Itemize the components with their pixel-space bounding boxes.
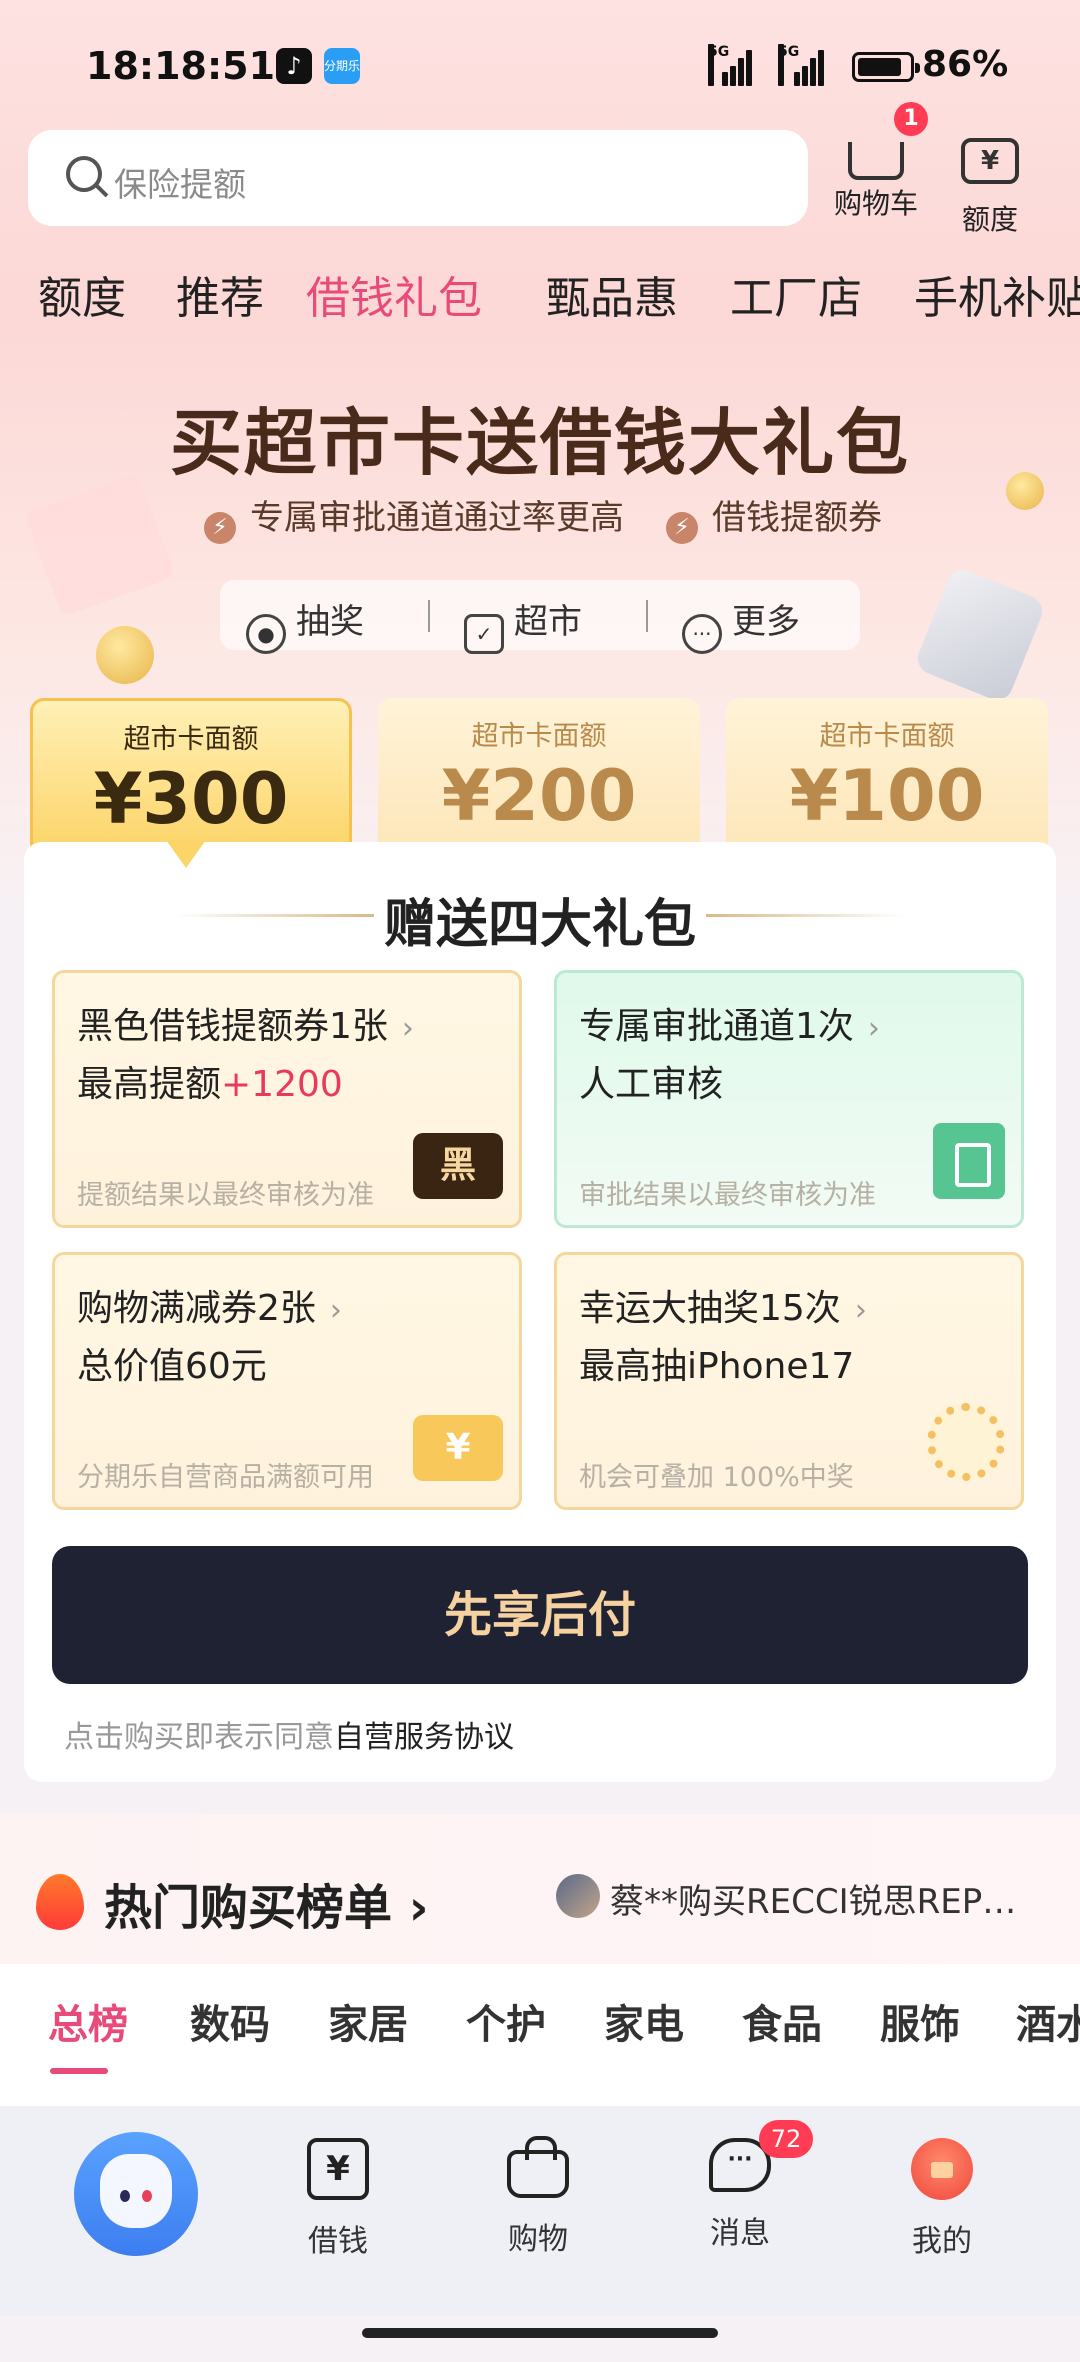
flame-icon — [36, 1874, 84, 1930]
search-icon — [66, 156, 102, 192]
black-ticket-icon: 黑 — [413, 1133, 503, 1199]
bolt-icon: ⚡ — [666, 512, 698, 544]
amount-card-value: ¥300 — [93, 758, 289, 840]
nav-me-label: 我的 — [912, 2224, 972, 2259]
credit-label: 额度 — [961, 203, 1018, 236]
amount-card-value: ¥100 — [789, 755, 985, 837]
search-placeholder: 保险提额 — [114, 165, 246, 204]
more-icon: ··· — [682, 614, 722, 654]
message-icon: ··· 72 — [709, 2120, 813, 2192]
tab-loan-gift[interactable]: 借钱礼包 — [306, 262, 482, 326]
buy-now-pay-later-button[interactable]: 先享后付 — [52, 1546, 1028, 1684]
nav-messages-label: 消息 — [710, 2216, 770, 2251]
tab-recommend[interactable]: 推荐 — [176, 262, 264, 326]
nav-loan-label: 借钱 — [308, 2224, 368, 2259]
chevron-right-icon: › — [401, 1011, 414, 1046]
gift-card-approval-channel[interactable]: 专属审批通道1次 › 人工审核 审批结果以最终审核为准 — [554, 970, 1024, 1228]
fenqile-icon: 分期乐 — [324, 48, 360, 84]
status-time: 18:18:51 — [86, 44, 276, 88]
amount-card-label: 超市卡面额 — [123, 724, 259, 755]
lottery-icon: ● — [246, 614, 286, 654]
rank-tab-digital[interactable]: 数码 — [190, 1992, 270, 2050]
purchase-ticker: 蔡**购买RECCI锐思REP… — [610, 1882, 1017, 1922]
tab-phone-subsidy[interactable]: 手机补贴 — [914, 262, 1080, 326]
chevron-right-icon: › — [329, 1293, 342, 1328]
coupon-icon: ¥ — [413, 1415, 503, 1481]
quick-link-supermarket[interactable]: ✓ 超市 — [464, 594, 582, 654]
nav-messages[interactable]: ··· 72 消息 — [680, 2120, 813, 2252]
hot-list-title: 热门购买榜单 › — [104, 1880, 429, 1936]
rank-tab-appliances[interactable]: 家电 — [604, 1992, 684, 2050]
category-tabs: 额度 推荐 借钱礼包 甄品惠 工厂店 手机补贴 — [0, 262, 1080, 326]
rank-tab-liquor[interactable]: 酒水 — [1016, 1992, 1080, 2050]
rank-tab-apparel[interactable]: 服饰 — [880, 1992, 960, 2050]
rank-tabs: 总榜 数码 家居 个护 家电 食品 服饰 酒水 — [0, 1964, 1080, 2106]
service-agreement-link[interactable]: 自营服务协议 — [334, 1720, 514, 1755]
bolt-icon: ⚡ — [204, 512, 236, 544]
nav-me[interactable]: 我的 — [882, 2138, 1002, 2260]
tiktok-icon: ♪ — [276, 48, 312, 84]
credit-button[interactable]: ¥ 额度 — [940, 128, 1040, 238]
hot-list-section[interactable]: 热门购买榜单 › 蔡**购买RECCI锐思REP… — [0, 1814, 1080, 1964]
chevron-right-icon: › — [867, 1011, 880, 1046]
gift-panel-title: 赠送四大礼包 — [383, 895, 696, 955]
mascot-home-icon[interactable] — [74, 2132, 198, 2256]
nav-loan[interactable]: ¥ 借钱 — [278, 2138, 398, 2260]
tab-select-deals[interactable]: 甄品惠 — [546, 262, 678, 326]
tab-credit[interactable]: 额度 — [38, 262, 126, 326]
status-bar: 18:18:51 ♪ 分期乐 5G 5G 86% — [0, 40, 1080, 96]
shopping-bag-icon — [507, 2136, 569, 2198]
divider — [646, 600, 648, 632]
amount-card-value: ¥200 — [441, 755, 637, 837]
banner-title: 买超市卡送借钱大礼包 — [169, 401, 910, 485]
rank-tab-home[interactable]: 家居 — [328, 1992, 408, 2050]
active-tab-indicator — [50, 2068, 108, 2074]
banner-benefit-1: ⚡ 专属审批通道通过率更高 — [204, 490, 624, 544]
amount-card-label: 超市卡面额 — [819, 721, 955, 752]
cart-icon: 1 — [848, 102, 928, 180]
chevron-right-icon: › — [854, 1293, 867, 1328]
gift-card-shopping-coupon[interactable]: 购物满减券2张 › 总价值60元 分期乐自营商品满额可用 ¥ — [52, 1252, 522, 1510]
stamp-icon — [933, 1123, 1005, 1199]
amount-card-label: 超市卡面额 — [471, 721, 607, 752]
rank-tab-food[interactable]: 食品 — [742, 1992, 822, 2050]
coin-decoration — [96, 626, 154, 684]
red-envelope-icon — [911, 2138, 973, 2200]
banner-benefit-2: ⚡ 借钱提额券 — [666, 490, 882, 544]
amount-card-300[interactable]: 超市卡面额 ¥300 — [30, 698, 352, 858]
agreement-text: 点击购买即表示同意自营服务协议 — [64, 1720, 514, 1755]
quick-links-bar: ● 抽奖 ✓ 超市 ··· 更多 — [220, 580, 860, 654]
message-badge: 72 — [759, 2120, 813, 2158]
divider — [428, 600, 430, 632]
quick-link-more[interactable]: ··· 更多 — [682, 594, 800, 654]
quick-link-lottery[interactable]: ● 抽奖 — [246, 594, 364, 654]
lucky-wheel-icon — [927, 1403, 1005, 1481]
gift-card-credit-coupon[interactable]: 黑色借钱提额券1张 › 最高提额+1200 提额结果以最终审核为准 黑 — [52, 970, 522, 1228]
wallet-icon: ¥ — [961, 138, 1019, 184]
gift-card-lucky-draw[interactable]: 幸运大抽奖15次 › 最高抽iPhone17 机会可叠加 100%中奖 — [554, 1252, 1024, 1510]
battery-percent: 86% — [922, 44, 1009, 85]
cart-label: 购物车 — [833, 187, 918, 220]
nav-shopping[interactable]: 购物 — [478, 2136, 598, 2258]
search-input[interactable]: 保险提额 — [28, 130, 808, 226]
amount-card-100[interactable]: 超市卡面额 ¥100 — [726, 698, 1048, 858]
rank-tab-personal-care[interactable]: 个护 — [466, 1992, 546, 2050]
tab-factory-store[interactable]: 工厂店 — [730, 262, 862, 326]
supermarket-card-icon: ✓ — [464, 614, 504, 654]
signal-5g-icon: 5G — [708, 44, 754, 86]
divider — [706, 914, 906, 917]
rank-tab-all[interactable]: 总榜 — [48, 1992, 128, 2050]
chevron-right-icon: › — [408, 1880, 429, 1936]
battery-icon — [852, 52, 920, 82]
home-indicator — [362, 2328, 718, 2338]
loan-icon: ¥ — [307, 2138, 369, 2200]
avatar — [556, 1874, 600, 1918]
signal-5g-icon-2: 5G — [772, 44, 832, 86]
bottom-nav: ¥ 借钱 购物 ··· 72 消息 我的 — [0, 2106, 1080, 2316]
amount-card-200[interactable]: 超市卡面额 ¥200 — [378, 698, 700, 858]
cart-badge: 1 — [894, 102, 928, 136]
cart-button[interactable]: 1 购物车 — [826, 102, 928, 222]
nav-shopping-label: 购物 — [508, 2222, 568, 2257]
